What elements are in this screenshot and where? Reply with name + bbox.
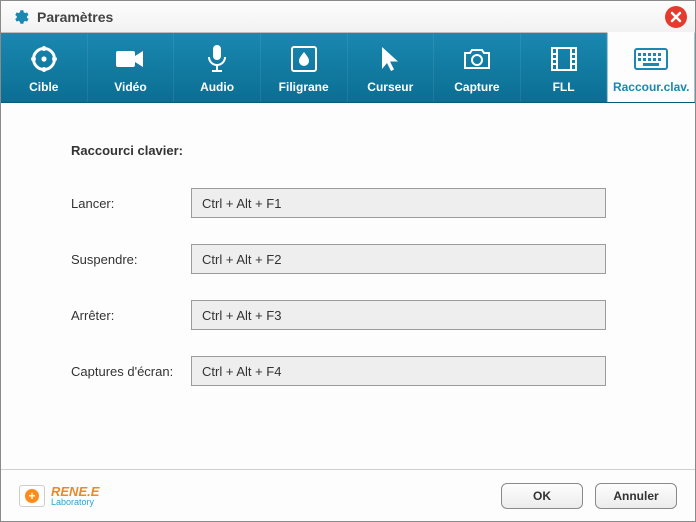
tab-label: Vidéo xyxy=(114,80,146,94)
section-title: Raccourci clavier: xyxy=(71,143,665,158)
input-screenshot[interactable] xyxy=(191,356,606,386)
label-screenshot: Captures d'écran: xyxy=(71,364,191,379)
tab-video[interactable]: Vidéo xyxy=(88,33,175,102)
tab-curseur[interactable]: Curseur xyxy=(348,33,435,102)
row-suspend: Suspendre: xyxy=(71,244,665,274)
keyboard-icon xyxy=(634,44,668,74)
tab-label: Filigrane xyxy=(279,80,329,94)
tab-fll[interactable]: FLL xyxy=(521,33,608,102)
cursor-icon xyxy=(379,44,401,74)
film-icon xyxy=(550,44,578,74)
tab-capture[interactable]: Capture xyxy=(434,33,521,102)
tab-filigrane[interactable]: Filigrane xyxy=(261,33,348,102)
input-suspend[interactable] xyxy=(191,244,606,274)
window-title: Paramètres xyxy=(37,9,113,25)
tab-label: Capture xyxy=(454,80,499,94)
label-launch: Lancer: xyxy=(71,196,191,211)
tabbar: Cible Vidéo Audio Filigrane Curseur xyxy=(1,33,695,103)
tab-raccourci[interactable]: Raccour.clav. xyxy=(607,32,695,102)
tab-label: Audio xyxy=(200,80,234,94)
input-stop[interactable] xyxy=(191,300,606,330)
settings-window: Paramètres Cible Vidéo Audio xyxy=(0,0,696,522)
content-pane: Raccourci clavier: Lancer: Suspendre: Ar… xyxy=(1,103,695,469)
row-stop: Arrêter: xyxy=(71,300,665,330)
footer: + RENE.E Laboratory OK Annuler xyxy=(1,469,695,521)
row-launch: Lancer: xyxy=(71,188,665,218)
tab-label: FLL xyxy=(553,80,575,94)
cancel-button[interactable]: Annuler xyxy=(595,483,677,509)
tab-label: Raccour.clav. xyxy=(613,80,690,94)
tab-label: Curseur xyxy=(367,80,413,94)
microphone-icon xyxy=(206,44,228,74)
close-button[interactable] xyxy=(663,4,689,30)
label-suspend: Suspendre: xyxy=(71,252,191,267)
brand-icon: + xyxy=(19,485,45,507)
tab-label: Cible xyxy=(29,80,58,94)
target-icon xyxy=(30,44,58,74)
input-launch[interactable] xyxy=(191,188,606,218)
tab-audio[interactable]: Audio xyxy=(174,33,261,102)
tab-cible[interactable]: Cible xyxy=(1,33,88,102)
brand-logo: + RENE.E Laboratory xyxy=(19,484,99,507)
brand-sub: Laboratory xyxy=(51,497,99,507)
camera-icon xyxy=(462,44,492,74)
ok-button[interactable]: OK xyxy=(501,483,583,509)
titlebar: Paramètres xyxy=(1,1,695,33)
video-icon xyxy=(115,44,145,74)
watermark-icon xyxy=(291,44,317,74)
gear-icon xyxy=(11,8,29,26)
row-screenshot: Captures d'écran: xyxy=(71,356,665,386)
label-stop: Arrêter: xyxy=(71,308,191,323)
